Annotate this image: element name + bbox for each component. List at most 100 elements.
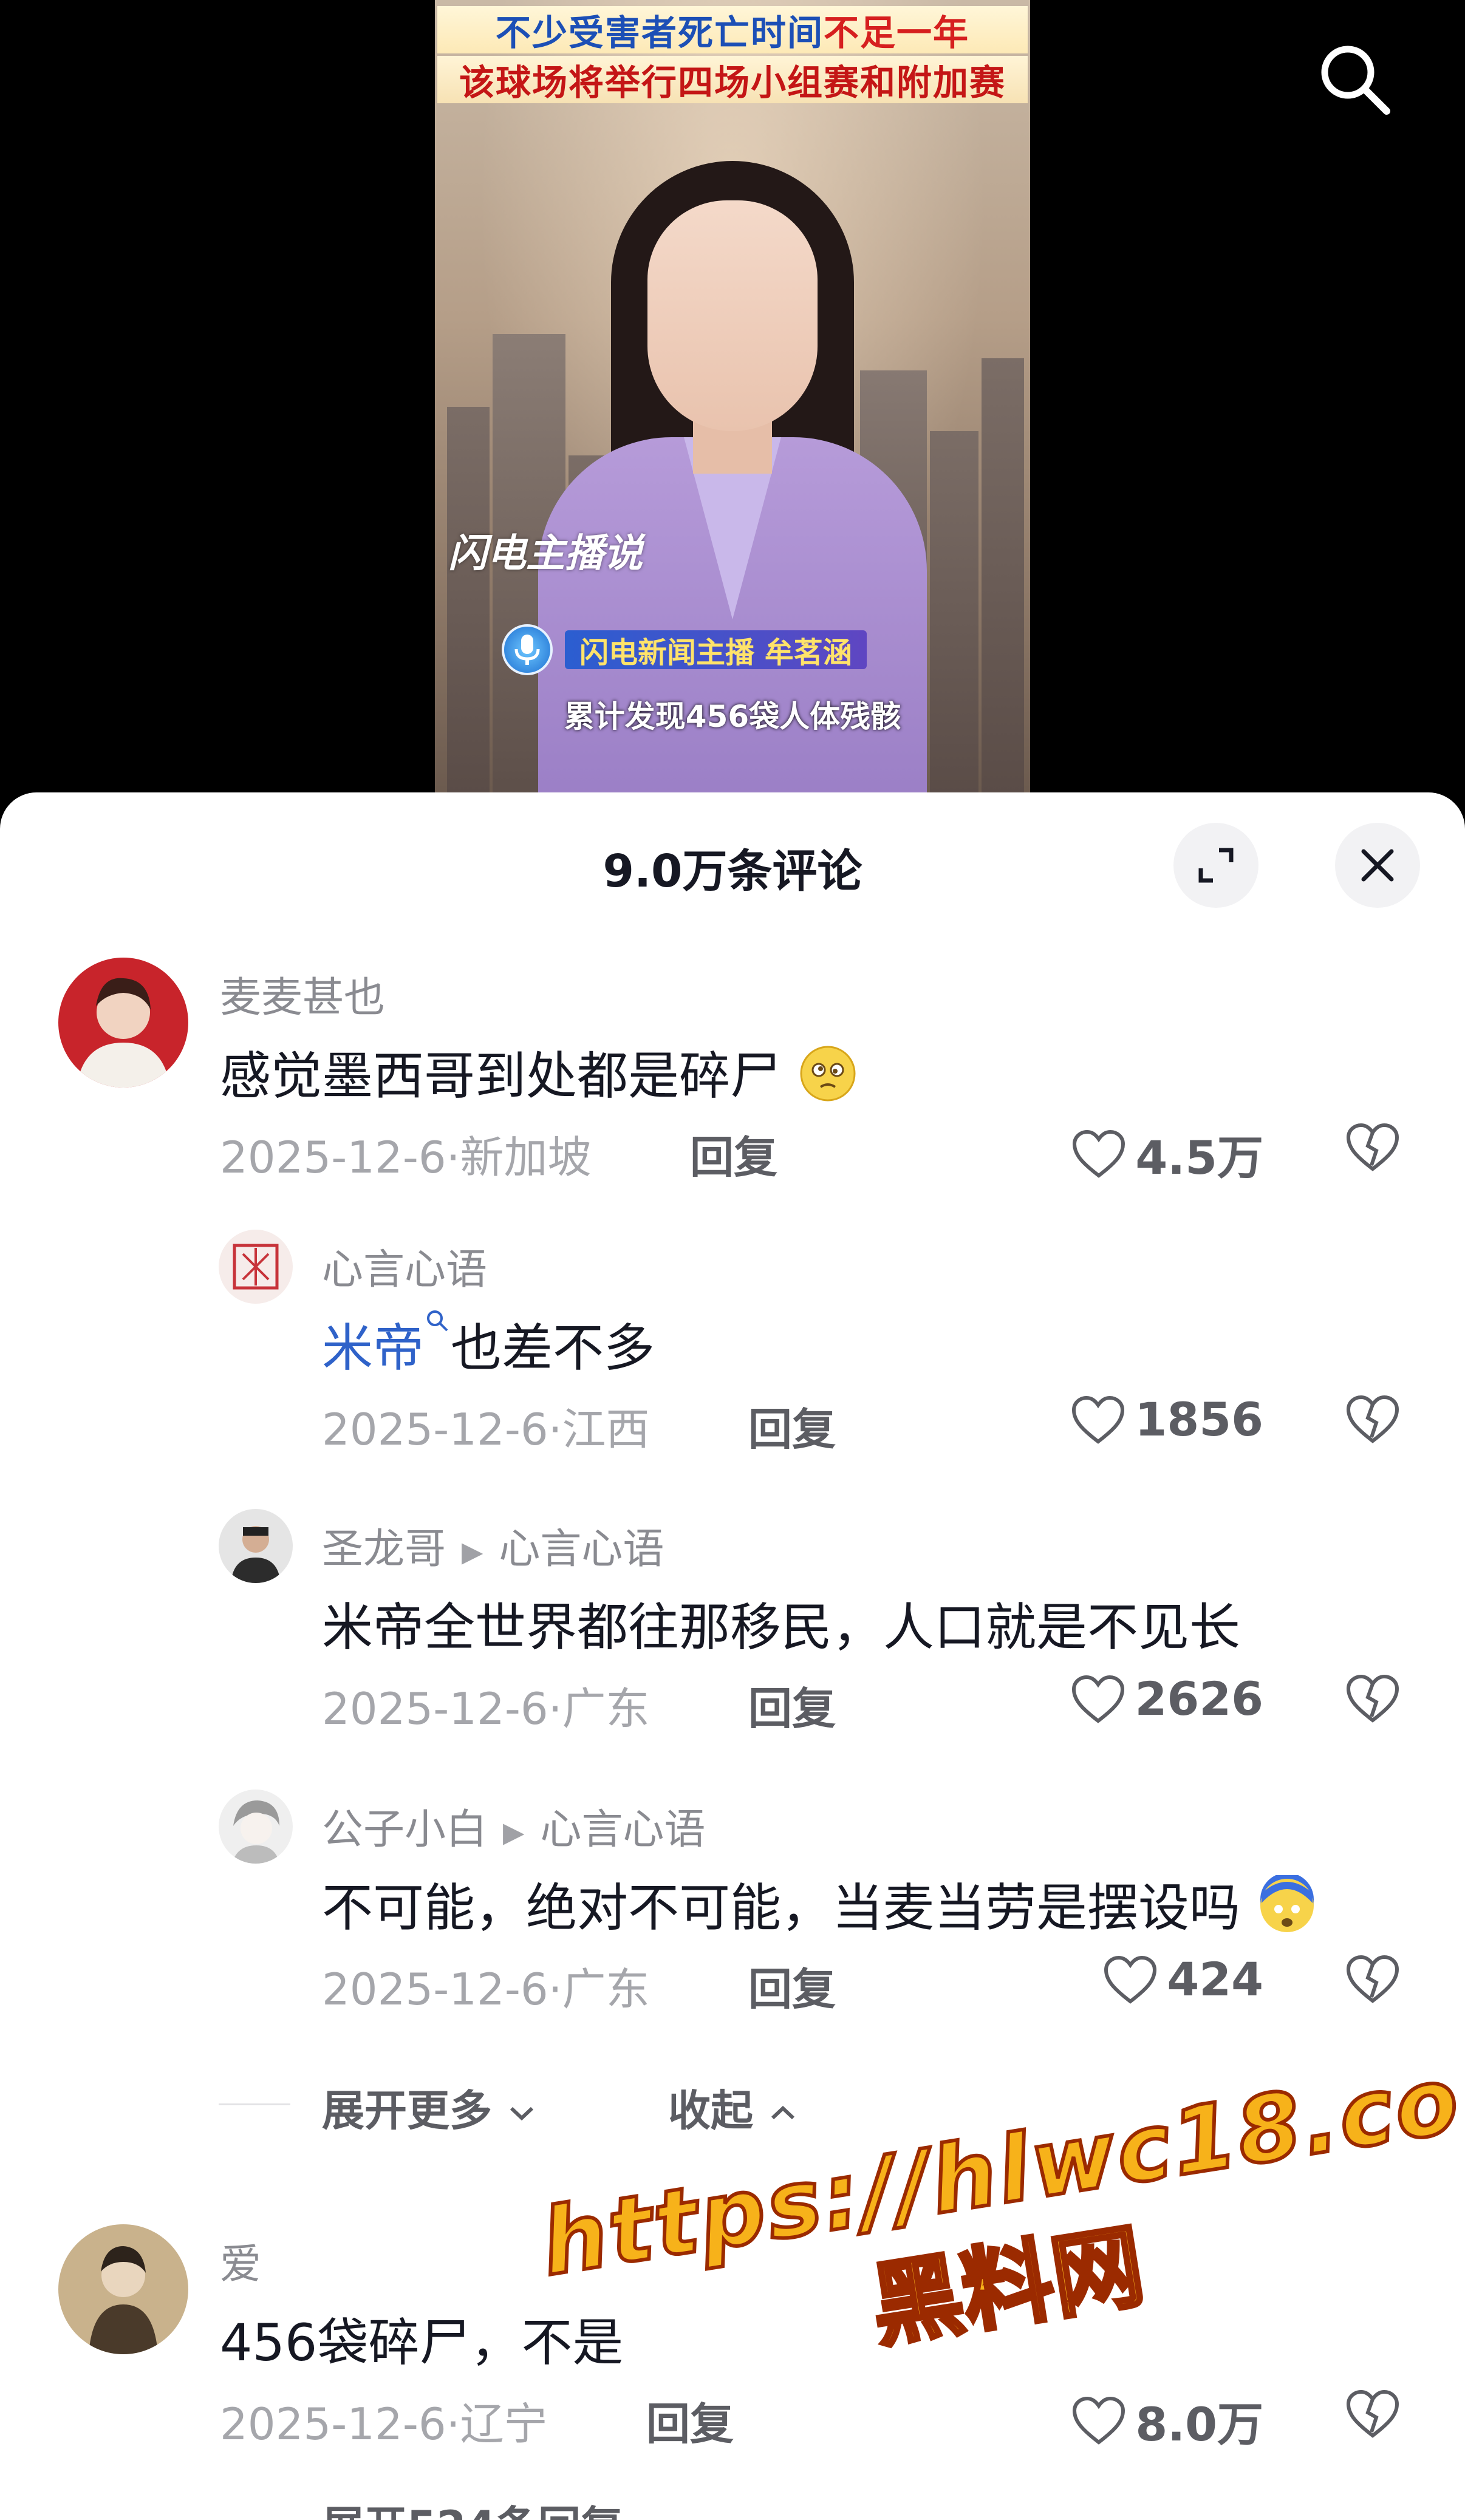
comment-username[interactable]: 麦麦甚也 <box>220 964 385 1024</box>
expand-more-button[interactable]: 展开更多 <box>322 2077 537 2138</box>
avatar[interactable] <box>58 2224 188 2354</box>
dislike-button[interactable] <box>1342 1389 1403 1449</box>
comment-item: 爱 456袋碎尸，不是 2025-12-6·辽宁 回复 8.0万 <box>0 2224 1465 2451</box>
search-icon <box>427 1310 448 1332</box>
expand-button[interactable] <box>1173 823 1258 908</box>
app-root: 不少受害者死亡时间 不足一年 该球场将举行四场小组赛和附加赛 闪电主播说 闪电新闻… <box>0 0 1465 2520</box>
collapse-label: 收起 <box>668 2086 753 2136</box>
chevron-up-icon <box>771 2105 795 2120</box>
reply-target[interactable]: 心言心语 <box>540 1806 705 1854</box>
heart-icon <box>1104 1955 1157 2004</box>
mention-link[interactable]: 米帝 <box>322 1318 424 1378</box>
reply-button[interactable]: 回复 <box>748 1953 836 2017</box>
like-button[interactable]: 4.5万 <box>1033 1120 1263 1187</box>
comment-text: 感觉墨西哥到处都是碎尸 <box>220 1035 858 1116</box>
like-button[interactable]: 8.0万 <box>1033 2387 1263 2454</box>
anchor-name-bar: 闪电新闻主播 牟茗涵 <box>502 624 896 675</box>
search-icon <box>1321 46 1390 115</box>
headline-part: 不少受害者死亡时间 <box>495 12 824 53</box>
comment-meta: 2025-12-6·新加坡 <box>220 1132 592 1183</box>
comment-body: 也差不多 <box>451 1318 655 1378</box>
building <box>447 407 490 795</box>
like-count: 2626 <box>1135 1672 1263 1726</box>
reply-item: 公子小白 ▶ 心言心语 不可能，绝对不可能，当麦当劳是摆设吗 2025-12-6·广… <box>0 1790 1465 2015</box>
thread-controls: 展开更多 收起 <box>0 2071 1465 2137</box>
reply-arrow-icon: ▶ <box>462 1535 483 1568</box>
comments-sheet: 9.0万条评论 麦麦甚也 感觉墨西哥到处都是碎尸 2025-12-6·新加坡 回… <box>0 792 1465 2520</box>
comment-body: 感觉墨西哥到处都是碎尸 <box>220 1046 782 1106</box>
reply-author[interactable]: 圣龙哥 <box>322 1525 446 1573</box>
heart-icon <box>1073 1129 1125 1178</box>
like-count: 424 <box>1167 1952 1263 2006</box>
dislike-button[interactable] <box>1342 1949 1403 2009</box>
building <box>930 431 978 795</box>
comment-text: 456袋碎尸，不是 <box>220 2313 624 2372</box>
like-count: 1856 <box>1135 1392 1263 1446</box>
comments-header: 9.0万条评论 <box>0 792 1465 938</box>
close-button[interactable] <box>1335 823 1420 908</box>
close-icon <box>1361 849 1394 882</box>
broken-heart-icon <box>1346 1395 1399 1443</box>
dislike-button[interactable] <box>1342 2383 1403 2444</box>
reply-arrow-icon: ▶ <box>503 1816 525 1849</box>
avatar[interactable] <box>58 958 188 1088</box>
reply-username: 圣龙哥 ▶ 心言心语 <box>322 1515 664 1575</box>
video-headline-2: 该球场将举行四场小组赛和附加赛 <box>437 56 1028 103</box>
headline-highlight: 不足一年 <box>824 12 970 53</box>
broken-heart-icon <box>1346 1123 1399 1171</box>
like-button[interactable]: 1856 <box>1033 1392 1263 1446</box>
collapse-button[interactable]: 收起 <box>668 2077 798 2138</box>
expand-more-label: 展开更多 <box>322 2086 492 2136</box>
expand-icon <box>1198 848 1234 883</box>
reply-item: 圣龙哥 ▶ 心言心语 米帝全世界都往那移民，人口就是不见长 2025-12-6·广东… <box>0 1509 1465 1734</box>
comment-body: 不可能，绝对不可能，当麦当劳是摆设吗 <box>322 1878 1241 1938</box>
comment-text: 米帝全世界都往那移民，人口就是不见长 <box>322 1598 1241 1657</box>
dizzy-face-emoji <box>797 1043 858 1116</box>
video-player[interactable]: 不少受害者死亡时间 不足一年 该球场将举行四场小组赛和附加赛 闪电主播说 闪电新闻… <box>0 0 1465 808</box>
chevron-down-icon <box>510 2106 534 2121</box>
channel-logo: 闪电主播说 <box>448 531 643 576</box>
reply-button[interactable]: 回复 <box>748 1673 836 1737</box>
comment-text: 米帝 也差不多 <box>322 1307 655 1381</box>
heart-icon <box>1073 2396 1125 2445</box>
comment-meta: 2025-12-6·辽宁 <box>220 2399 548 2450</box>
microphone-icon <box>502 624 553 675</box>
like-button[interactable]: 2626 <box>1033 1672 1263 1726</box>
anchor-name: 闪电新闻主播 牟茗涵 <box>565 630 867 670</box>
like-button[interactable]: 424 <box>1033 1952 1263 2006</box>
reply-button[interactable]: 回复 <box>748 1394 836 1457</box>
comment-meta: 2025-12-6·广东 <box>322 1683 650 1734</box>
broken-heart-icon <box>1346 2389 1399 2438</box>
like-count: 8.0万 <box>1135 2397 1263 2451</box>
broken-heart-icon <box>1346 1674 1399 1723</box>
comment-username[interactable]: 爱 <box>220 2230 261 2290</box>
comment-text: 不可能，绝对不可能，当麦当劳是摆设吗 <box>322 1867 1317 1948</box>
avatar[interactable] <box>219 1509 293 1583</box>
expand-replies-button[interactable]: 展开524条回复 <box>322 2493 623 2520</box>
heart-icon <box>1072 1395 1125 1444</box>
search-button[interactable] <box>1312 36 1397 121</box>
reply-item: 心言心语 米帝 也差不多 2025-12-6·江西 回复 1856 <box>0 1230 1465 1455</box>
broken-heart-icon <box>1346 1955 1399 2003</box>
news-anchor-face <box>647 200 818 431</box>
dislike-button[interactable] <box>1342 1668 1403 1729</box>
comment-item: 麦麦甚也 感觉墨西哥到处都是碎尸 2025-12-6·新加坡 回复 4.5万 <box>0 958 1465 1185</box>
reply-button[interactable]: 回复 <box>646 2388 734 2452</box>
reply-button[interactable]: 回复 <box>690 1122 777 1185</box>
avatar[interactable] <box>219 1230 293 1304</box>
reply-username[interactable]: 心言心语 <box>322 1236 487 1296</box>
divider <box>219 2103 290 2105</box>
reply-username: 公子小白 ▶ 心言心语 <box>322 1796 705 1856</box>
heart-icon <box>1072 1675 1125 1723</box>
video-headline-1: 不少受害者死亡时间 不足一年 <box>437 6 1028 53</box>
video-frame: 不少受害者死亡时间 不足一年 该球场将举行四场小组赛和附加赛 闪电主播说 闪电新闻… <box>435 0 1030 795</box>
comment-meta: 2025-12-6·广东 <box>322 1964 650 2015</box>
like-count: 4.5万 <box>1135 1131 1263 1185</box>
reply-author[interactable]: 公子小白 <box>322 1806 487 1854</box>
scared-face-emoji <box>1257 1873 1317 1948</box>
comment-meta: 2025-12-6·江西 <box>322 1404 650 1455</box>
dislike-button[interactable] <box>1342 1117 1403 1177</box>
avatar[interactable] <box>219 1790 293 1864</box>
video-caption: 累计发现456袋人体残骸 <box>564 699 901 734</box>
reply-target[interactable]: 心言心语 <box>499 1525 664 1573</box>
